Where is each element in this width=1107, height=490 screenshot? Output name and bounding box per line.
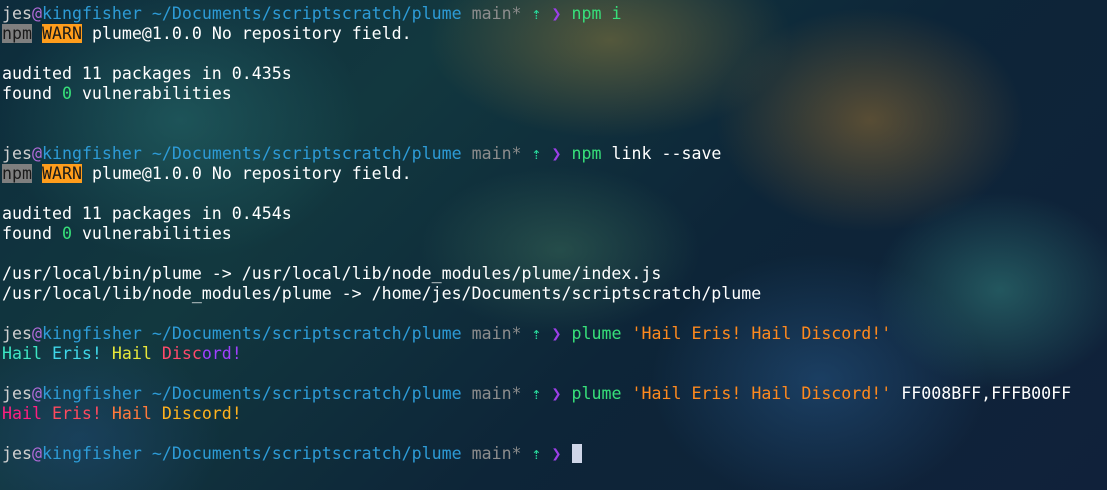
found-prefix: found	[2, 224, 62, 243]
command-name: plume	[571, 384, 622, 403]
gradient-output-2: Hail Eris! Hail Discord!	[2, 404, 1105, 424]
git-ahead-icon: ⇡	[531, 384, 542, 403]
gradient-seg: Hail	[2, 404, 52, 423]
prompt-user: jes	[2, 444, 32, 463]
prompt-user: jes	[2, 324, 32, 343]
prompt-symbol-icon: ❯	[551, 384, 562, 403]
prompt-host: kingfisher	[41, 144, 142, 163]
git-ahead-icon: ⇡	[531, 144, 542, 163]
prompt-path: ~/Documents/scriptscratch/plume	[151, 4, 462, 23]
git-ahead-icon: ⇡	[531, 324, 542, 343]
vuln-count: 0	[61, 224, 72, 243]
prompt-line: jes@kingfisher ~/Documents/scriptscratch…	[2, 324, 1105, 344]
prompt-line: jes@kingfisher ~/Documents/scriptscratch…	[2, 444, 1105, 464]
prompt-user: jes	[2, 4, 32, 23]
gradient-seg: Hail	[111, 404, 162, 423]
command-name: plume	[571, 324, 622, 343]
found-prefix: found	[2, 84, 62, 103]
prompt-host: kingfisher	[41, 384, 142, 403]
gradient-seg: Hail	[2, 344, 52, 363]
prompt-path: ~/Documents/scriptscratch/plume	[151, 144, 462, 163]
git-ahead-icon: ⇡	[531, 444, 542, 463]
prompt-user: jes	[2, 384, 32, 403]
prompt-branch: main*	[471, 4, 522, 23]
command-string-arg: 'Hail Eris! Hail Discord!'	[631, 324, 892, 343]
prompt-at: @	[31, 444, 42, 463]
found-line: found 0 vulnerabilities	[2, 224, 1105, 244]
command-name: npm	[571, 144, 602, 163]
warn-badge: WARN	[41, 164, 82, 183]
warn-message: plume@1.0.0 No repository field.	[81, 24, 412, 43]
prompt-path: ~/Documents/scriptscratch/plume	[151, 324, 462, 343]
terminal-output: jes@kingfisher ~/Documents/scriptscratch…	[2, 4, 1105, 464]
command-color-arg: FF008BFF,FFFB00FF	[901, 384, 1072, 403]
terminal-cursor[interactable]	[571, 444, 582, 463]
prompt-line: jes@kingfisher ~/Documents/scriptscratch…	[2, 384, 1105, 404]
command-args: link --save	[611, 144, 722, 163]
npm-label: npm	[2, 164, 32, 183]
git-ahead-icon: ⇡	[531, 4, 542, 23]
prompt-at: @	[31, 324, 42, 343]
prompt-host: kingfisher	[41, 324, 142, 343]
command-text: npm i	[571, 4, 622, 23]
prompt-branch: main*	[471, 324, 522, 343]
prompt-host: kingfisher	[41, 444, 142, 463]
prompt-symbol-icon: ❯	[551, 444, 562, 463]
npm-label: npm	[2, 24, 32, 43]
prompt-path: ~/Documents/scriptscratch/plume	[151, 384, 462, 403]
prompt-line: jes@kingfisher ~/Documents/scriptscratch…	[2, 144, 1105, 164]
audit-line: audited 11 packages in 0.435s	[2, 64, 292, 83]
gradient-seg: ord!	[201, 344, 242, 363]
prompt-at: @	[31, 384, 42, 403]
prompt-at: @	[31, 144, 42, 163]
prompt-line: jes@kingfisher ~/Documents/scriptscratch…	[2, 4, 1105, 24]
symlink-line: /usr/local/lib/node_modules/plume -> /ho…	[2, 284, 762, 303]
found-suffix: vulnerabilities	[71, 224, 232, 243]
gradient-output-1: Hail Eris! Hail Discord!	[2, 344, 1105, 364]
warn-message: plume@1.0.0 No repository field.	[81, 164, 412, 183]
prompt-path: ~/Documents/scriptscratch/plume	[151, 444, 462, 463]
prompt-host: kingfisher	[41, 4, 142, 23]
symlink-line: /usr/local/bin/plume -> /usr/local/lib/n…	[2, 264, 662, 283]
gradient-seg: Eris!	[51, 344, 112, 363]
prompt-branch: main*	[471, 144, 522, 163]
gradient-seg: Disc	[161, 344, 202, 363]
warn-line: npm WARN plume@1.0.0 No repository field…	[2, 164, 1105, 184]
warn-line: npm WARN plume@1.0.0 No repository field…	[2, 24, 1105, 44]
gradient-seg: Hail	[111, 344, 162, 363]
found-line: found 0 vulnerabilities	[2, 84, 1105, 104]
prompt-symbol-icon: ❯	[551, 144, 562, 163]
found-suffix: vulnerabilities	[71, 84, 232, 103]
prompt-branch: main*	[471, 444, 522, 463]
prompt-at: @	[31, 4, 42, 23]
prompt-branch: main*	[471, 384, 522, 403]
warn-badge: WARN	[41, 24, 82, 43]
vuln-count: 0	[61, 84, 72, 103]
command-string-arg: 'Hail Eris! Hail Discord!'	[631, 384, 892, 403]
gradient-seg: Eris!	[51, 404, 112, 423]
prompt-symbol-icon: ❯	[551, 4, 562, 23]
prompt-user: jes	[2, 144, 32, 163]
audit-line: audited 11 packages in 0.454s	[2, 204, 292, 223]
prompt-symbol-icon: ❯	[551, 324, 562, 343]
gradient-seg: Discord!	[161, 404, 242, 423]
